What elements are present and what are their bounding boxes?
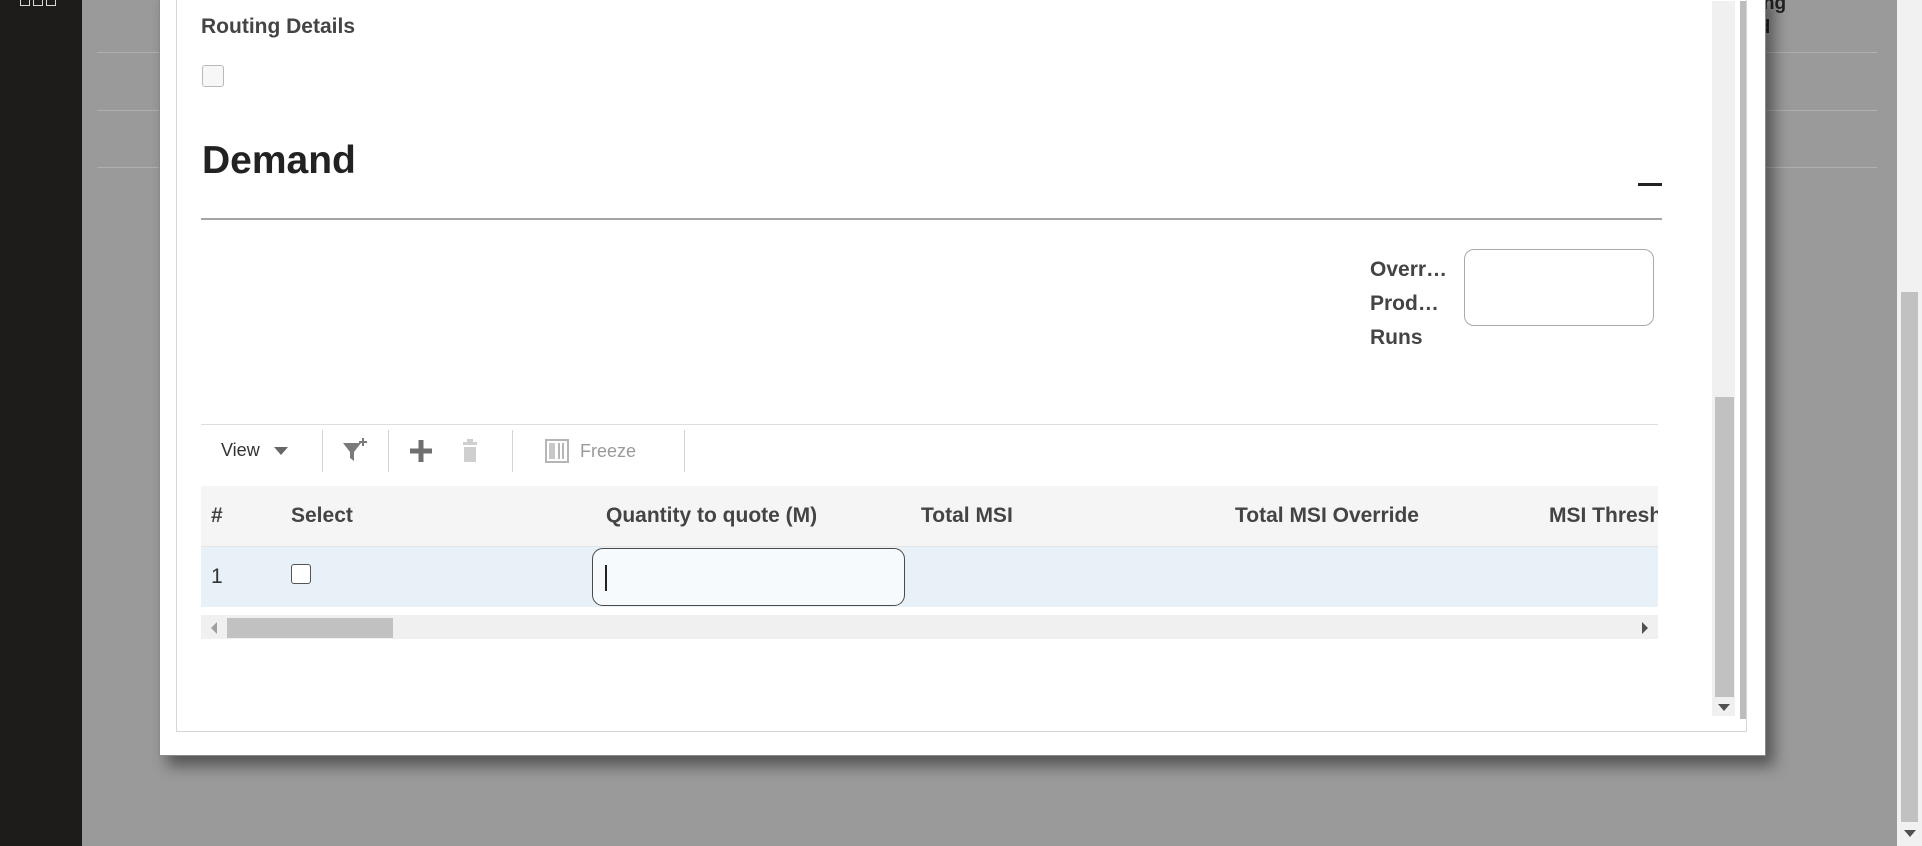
text-cursor <box>605 565 607 591</box>
section-divider <box>201 218 1662 220</box>
plus-icon[interactable] <box>404 434 438 468</box>
dialog-outer-scrollbar[interactable] <box>1740 1 1747 719</box>
column-header-number[interactable]: # <box>211 486 223 546</box>
row-number: 1 <box>211 565 223 588</box>
demand-section-title: Demand <box>202 139 356 182</box>
toolbar-divider <box>201 424 1658 425</box>
chevron-down-icon <box>273 446 288 455</box>
column-header-total-msi-override[interactable]: Total MSI Override <box>1235 486 1419 546</box>
override-production-runs-input[interactable] <box>1464 249 1654 326</box>
app-menu-icon[interactable] <box>20 0 56 6</box>
dialog-content-scrollbar[interactable] <box>1712 1 1735 716</box>
routing-details-title: Routing Details <box>201 15 356 38</box>
filter-add-icon[interactable] <box>338 434 372 468</box>
grid-header-row: # Select Quantity to quote (M) Total MSI… <box>201 486 1658 547</box>
modal-dialog: Routing Details Demand Overr… Prod… Runs… <box>159 0 1766 756</box>
grid-toolbar: View Freeze <box>201 428 1658 476</box>
scroll-right-arrow-icon[interactable] <box>1642 622 1648 634</box>
override-production-runs-label: Overr… Prod… Runs <box>1370 258 1448 349</box>
toolbar-separator <box>684 430 685 472</box>
scroll-down-arrow-icon[interactable] <box>1904 830 1916 837</box>
collapse-minus-icon[interactable] <box>1638 183 1662 186</box>
column-header-total-msi[interactable]: Total MSI <box>921 486 1013 546</box>
trash-icon[interactable] <box>453 434 487 468</box>
grid-scrollbar-thumb[interactable] <box>227 618 393 638</box>
freeze-button[interactable]: Freeze <box>544 434 636 468</box>
scroll-down-arrow-icon[interactable] <box>1746 707 1747 714</box>
dialog-scrollbar-thumb[interactable] <box>1715 397 1734 697</box>
scroll-down-arrow-icon[interactable] <box>1718 704 1730 711</box>
grid-horizontal-scrollbar[interactable] <box>201 615 1658 639</box>
scroll-left-arrow-icon[interactable] <box>211 622 217 634</box>
toolbar-separator <box>512 430 513 472</box>
quantity-to-quote-input[interactable] <box>592 548 905 606</box>
freeze-columns-icon <box>545 439 569 463</box>
toolbar-separator <box>388 430 389 472</box>
column-header-select[interactable]: Select <box>291 486 353 546</box>
view-menu-label: View <box>221 440 260 460</box>
freeze-label: Freeze <box>580 440 637 461</box>
left-nav-bar <box>0 0 82 846</box>
column-header-msi-threshold[interactable]: MSI Thresh <box>1549 486 1658 546</box>
dialog-content: Routing Details Demand Overr… Prod… Runs… <box>176 0 1747 732</box>
table-row[interactable]: 1 <box>201 547 1658 607</box>
view-menu-button[interactable]: View <box>221 440 288 461</box>
page-vertical-scrollbar[interactable] <box>1897 0 1922 846</box>
page-scrollbar-thumb[interactable] <box>1901 292 1918 822</box>
row-select-checkbox[interactable] <box>291 564 311 584</box>
demand-grid: # Select Quantity to quote (M) Total MSI… <box>201 486 1658 608</box>
toolbar-separator <box>322 430 323 472</box>
column-header-quantity[interactable]: Quantity to quote (M) <box>606 486 817 546</box>
routing-details-checkbox[interactable] <box>202 65 224 87</box>
